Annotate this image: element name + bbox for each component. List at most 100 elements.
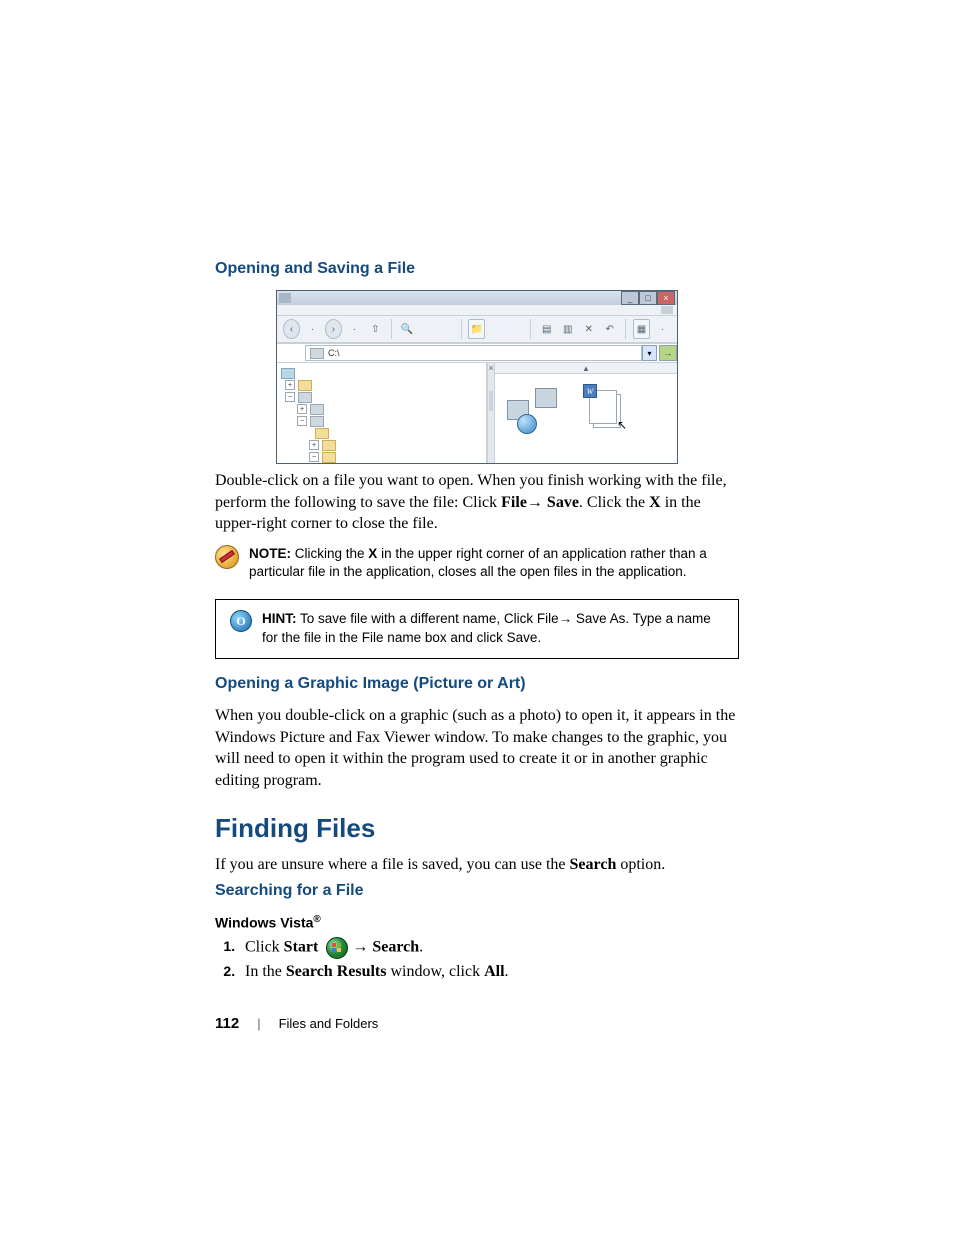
content-area: + − + − + − × ▲ (277, 363, 677, 463)
app-icon (279, 293, 291, 303)
page-footer: 112 | Files and Folders (215, 1015, 739, 1032)
hint-text: HINT: To save file with a different name… (262, 610, 724, 648)
dropdown-caret-icon[interactable]: · (346, 319, 363, 339)
desktop-icon (281, 368, 295, 379)
delete-icon[interactable]: ✕ (580, 319, 597, 339)
menu-logo-icon (661, 306, 673, 314)
note-text: NOTE: Clicking the X in the upper right … (249, 545, 739, 581)
tree-item[interactable]: + (281, 439, 482, 451)
document-page: Opening and Saving a File _ □ × ‹ · › · … (0, 0, 954, 1092)
toolbar-separator (625, 319, 626, 339)
drive-icon (310, 348, 324, 359)
search-results-label: Search Results (286, 963, 387, 980)
forward-button[interactable]: › (325, 319, 342, 339)
note-block: NOTE: Clicking the X in the upper right … (215, 545, 739, 581)
folder-icon (315, 428, 329, 439)
pane-splitter[interactable]: × (487, 363, 495, 463)
tree-item[interactable]: − (281, 451, 482, 463)
document-icon[interactable]: W ↖ (587, 388, 623, 428)
maximize-button[interactable]: □ (639, 291, 657, 305)
up-button[interactable]: ⇧ (367, 319, 384, 339)
move-to-icon[interactable]: ▤ (538, 319, 555, 339)
file-list-pane: ▲ W ↖ (495, 363, 677, 463)
column-header[interactable]: ▲ (495, 363, 677, 374)
address-field[interactable]: C:\ (305, 345, 642, 361)
hint-block: O HINT: To save file with a different na… (215, 599, 739, 659)
copy-to-icon[interactable]: ▥ (559, 319, 576, 339)
tree-item[interactable]: + (281, 403, 482, 415)
window-controls: _ □ × (621, 291, 675, 305)
close-button[interactable]: × (657, 291, 675, 305)
note-icon (215, 545, 239, 569)
cursor-icon: ↖ (617, 418, 627, 432)
tree-item[interactable]: + (281, 379, 482, 391)
search-term: Search (570, 856, 617, 873)
undo-icon[interactable]: ↶ (601, 319, 618, 339)
registered-mark: ® (313, 914, 320, 925)
step-2: In the Search Results window, click All. (239, 963, 739, 981)
folder-icon (322, 440, 336, 451)
menu-bar (277, 305, 677, 316)
heading-opening-graphic: Opening a Graphic Image (Picture or Art) (215, 675, 739, 693)
toolbar-separator (530, 319, 531, 339)
dropdown-caret-icon[interactable]: · (304, 319, 321, 339)
paragraph-graphic: When you double-click on a graphic (such… (215, 705, 739, 791)
views-button[interactable]: ▦ (633, 319, 650, 339)
explorer-window-screenshot: _ □ × ‹ · › · ⇧ 🔍 📁 ▤ ▥ ✕ ↶ ▦ (276, 290, 678, 464)
folder-icon (322, 452, 336, 463)
hint-label: HINT: (262, 611, 297, 626)
start-label: Start (284, 938, 319, 955)
go-button[interactable]: → (659, 345, 677, 361)
address-path: C:\ (328, 348, 340, 358)
tree-item[interactable] (281, 427, 482, 439)
hint-icon: O (230, 610, 252, 632)
network-places-icon[interactable] (507, 388, 567, 442)
paragraph-open-save: Double-click on a file you want to open.… (215, 470, 739, 535)
window-titlebar: _ □ × (277, 291, 677, 305)
drive-icon (310, 416, 324, 427)
all-label: All (484, 963, 504, 980)
steps-list: Click Start → Search. In the Search Resu… (239, 937, 739, 981)
toolbar-separator (391, 319, 392, 339)
tree-item-desktop[interactable] (281, 367, 482, 379)
address-dropdown[interactable]: ▾ (642, 345, 657, 361)
collapse-icon[interactable]: − (309, 452, 319, 462)
folder-icon (298, 380, 312, 391)
folder-tree: + − + − + − (277, 363, 487, 463)
search-icon[interactable]: 🔍 (399, 319, 416, 339)
search-label: Search (372, 938, 419, 955)
subheading-vista: Windows Vista® (215, 914, 739, 931)
folders-button[interactable]: 📁 (468, 319, 485, 339)
address-bar: C:\ ▾ → (277, 343, 677, 363)
footer-section-title: Files and Folders (279, 1016, 379, 1031)
heading-searching: Searching for a File (215, 882, 739, 900)
expand-icon[interactable]: + (297, 404, 307, 414)
drive-icon (310, 404, 324, 415)
x-reference: X (649, 494, 661, 511)
page-number: 112 (215, 1015, 239, 1032)
minimize-button[interactable]: _ (621, 291, 639, 305)
collapse-icon[interactable]: − (297, 416, 307, 426)
expand-icon[interactable]: + (285, 380, 295, 390)
tree-item[interactable]: − (281, 415, 482, 427)
step-1: Click Start → Search. (239, 937, 739, 959)
expand-icon[interactable]: + (309, 440, 319, 450)
grip-icon (489, 391, 493, 411)
close-pane-icon[interactable]: × (488, 363, 494, 373)
heading-opening-saving: Opening and Saving a File (215, 260, 739, 278)
back-button[interactable]: ‹ (283, 319, 300, 339)
windows-flag-icon (332, 943, 342, 953)
word-badge-icon: W (583, 384, 597, 398)
collapse-icon[interactable]: − (285, 392, 295, 402)
menu-path-file-save: File→ Save (501, 494, 579, 511)
start-orb-icon (326, 937, 348, 959)
footer-divider: | (257, 1016, 260, 1031)
paragraph-finding: If you are unsure where a file is saved,… (215, 854, 739, 876)
tree-item[interactable]: − (281, 391, 482, 403)
pencil-icon (220, 552, 233, 562)
views-caret-icon[interactable]: · (654, 319, 671, 339)
note-label: NOTE: (249, 546, 291, 561)
toolbar: ‹ · › · ⇧ 🔍 📁 ▤ ▥ ✕ ↶ ▦ · (277, 316, 677, 343)
toolbar-separator (461, 319, 462, 339)
x-reference: X (368, 546, 377, 561)
